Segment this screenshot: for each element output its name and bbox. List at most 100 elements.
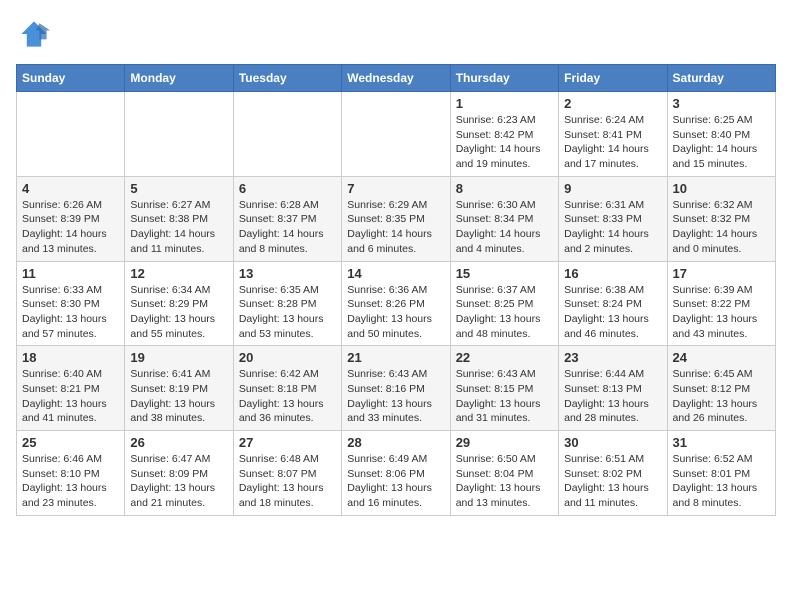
day-info: Sunrise: 6:48 AM Sunset: 8:07 PM Dayligh…	[239, 452, 336, 511]
calendar-cell: 22 Sunrise: 6:43 AM Sunset: 8:15 PM Dayli…	[450, 346, 558, 431]
day-number: 9	[564, 181, 661, 196]
day-info: Sunrise: 6:43 AM Sunset: 8:15 PM Dayligh…	[456, 367, 553, 426]
day-number: 22	[456, 350, 553, 365]
calendar-cell: 17 Sunrise: 6:39 AM Sunset: 8:22 PM Dayli…	[667, 261, 775, 346]
calendar-cell: 23 Sunrise: 6:44 AM Sunset: 8:13 PM Dayli…	[559, 346, 667, 431]
calendar-cell: 5 Sunrise: 6:27 AM Sunset: 8:38 PM Daylig…	[125, 176, 233, 261]
day-info: Sunrise: 6:32 AM Sunset: 8:32 PM Dayligh…	[673, 198, 770, 257]
calendar-week-1: 4Sunrise: 6:26 AM Sunset: 8:39 PM Daylig…	[17, 176, 776, 261]
calendar-cell: 24 Sunrise: 6:45 AM Sunset: 8:12 PM Dayli…	[667, 346, 775, 431]
day-number: 3	[673, 96, 770, 111]
day-number: 18	[22, 350, 119, 365]
day-number: 4	[22, 181, 119, 196]
calendar-cell: 4Sunrise: 6:26 AM Sunset: 8:39 PM Daylig…	[17, 176, 125, 261]
calendar-cell	[233, 92, 341, 177]
weekday-header-saturday: Saturday	[667, 65, 775, 92]
day-number: 11	[22, 266, 119, 281]
day-info: Sunrise: 6:27 AM Sunset: 8:38 PM Dayligh…	[130, 198, 227, 257]
day-info: Sunrise: 6:44 AM Sunset: 8:13 PM Dayligh…	[564, 367, 661, 426]
day-info: Sunrise: 6:52 AM Sunset: 8:01 PM Dayligh…	[673, 452, 770, 511]
day-number: 31	[673, 435, 770, 450]
page-header	[16, 16, 776, 52]
day-info: Sunrise: 6:35 AM Sunset: 8:28 PM Dayligh…	[239, 283, 336, 342]
day-info: Sunrise: 6:23 AM Sunset: 8:42 PM Dayligh…	[456, 113, 553, 172]
day-number: 6	[239, 181, 336, 196]
calendar-cell: 29 Sunrise: 6:50 AM Sunset: 8:04 PM Dayli…	[450, 431, 558, 516]
day-info: Sunrise: 6:43 AM Sunset: 8:16 PM Dayligh…	[347, 367, 444, 426]
day-info: Sunrise: 6:41 AM Sunset: 8:19 PM Dayligh…	[130, 367, 227, 426]
calendar-cell: 6 Sunrise: 6:28 AM Sunset: 8:37 PM Daylig…	[233, 176, 341, 261]
calendar-table: SundayMondayTuesdayWednesdayThursdayFrid…	[16, 64, 776, 516]
calendar-cell	[125, 92, 233, 177]
calendar-header: SundayMondayTuesdayWednesdayThursdayFrid…	[17, 65, 776, 92]
logo	[16, 16, 58, 52]
day-number: 30	[564, 435, 661, 450]
calendar-cell: 31 Sunrise: 6:52 AM Sunset: 8:01 PM Dayli…	[667, 431, 775, 516]
calendar-week-3: 18 Sunrise: 6:40 AM Sunset: 8:21 PM Dayli…	[17, 346, 776, 431]
weekday-row: SundayMondayTuesdayWednesdayThursdayFrid…	[17, 65, 776, 92]
calendar-cell: 10 Sunrise: 6:32 AM Sunset: 8:32 PM Dayli…	[667, 176, 775, 261]
calendar-cell: 19 Sunrise: 6:41 AM Sunset: 8:19 PM Dayli…	[125, 346, 233, 431]
day-info: Sunrise: 6:25 AM Sunset: 8:40 PM Dayligh…	[673, 113, 770, 172]
calendar-cell: 26Sunrise: 6:47 AM Sunset: 8:09 PM Dayli…	[125, 431, 233, 516]
day-info: Sunrise: 6:46 AM Sunset: 8:10 PM Dayligh…	[22, 452, 119, 511]
day-number: 20	[239, 350, 336, 365]
day-info: Sunrise: 6:28 AM Sunset: 8:37 PM Dayligh…	[239, 198, 336, 257]
day-number: 14	[347, 266, 444, 281]
calendar-week-0: 1 Sunrise: 6:23 AM Sunset: 8:42 PM Daylig…	[17, 92, 776, 177]
calendar-cell	[342, 92, 450, 177]
calendar-cell: 11Sunrise: 6:33 AM Sunset: 8:30 PM Dayli…	[17, 261, 125, 346]
day-info: Sunrise: 6:51 AM Sunset: 8:02 PM Dayligh…	[564, 452, 661, 511]
calendar-cell	[17, 92, 125, 177]
day-number: 24	[673, 350, 770, 365]
day-number: 5	[130, 181, 227, 196]
day-info: Sunrise: 6:39 AM Sunset: 8:22 PM Dayligh…	[673, 283, 770, 342]
day-info: Sunrise: 6:40 AM Sunset: 8:21 PM Dayligh…	[22, 367, 119, 426]
day-number: 10	[673, 181, 770, 196]
day-number: 2	[564, 96, 661, 111]
day-number: 8	[456, 181, 553, 196]
weekday-header-tuesday: Tuesday	[233, 65, 341, 92]
calendar-week-4: 25 Sunrise: 6:46 AM Sunset: 8:10 PM Dayli…	[17, 431, 776, 516]
day-number: 7	[347, 181, 444, 196]
weekday-header-friday: Friday	[559, 65, 667, 92]
calendar-cell: 13Sunrise: 6:35 AM Sunset: 8:28 PM Dayli…	[233, 261, 341, 346]
calendar-cell: 30 Sunrise: 6:51 AM Sunset: 8:02 PM Dayli…	[559, 431, 667, 516]
day-number: 27	[239, 435, 336, 450]
day-number: 12	[130, 266, 227, 281]
calendar-cell: 27 Sunrise: 6:48 AM Sunset: 8:07 PM Dayli…	[233, 431, 341, 516]
calendar-cell: 12 Sunrise: 6:34 AM Sunset: 8:29 PM Dayli…	[125, 261, 233, 346]
calendar-cell: 16 Sunrise: 6:38 AM Sunset: 8:24 PM Dayli…	[559, 261, 667, 346]
day-info: Sunrise: 6:50 AM Sunset: 8:04 PM Dayligh…	[456, 452, 553, 511]
day-number: 23	[564, 350, 661, 365]
calendar-week-2: 11Sunrise: 6:33 AM Sunset: 8:30 PM Dayli…	[17, 261, 776, 346]
day-number: 29	[456, 435, 553, 450]
calendar-cell: 3 Sunrise: 6:25 AM Sunset: 8:40 PM Daylig…	[667, 92, 775, 177]
calendar-body: 1 Sunrise: 6:23 AM Sunset: 8:42 PM Daylig…	[17, 92, 776, 516]
calendar-cell: 15 Sunrise: 6:37 AM Sunset: 8:25 PM Dayli…	[450, 261, 558, 346]
day-number: 28	[347, 435, 444, 450]
day-number: 17	[673, 266, 770, 281]
day-number: 19	[130, 350, 227, 365]
calendar-cell: 21Sunrise: 6:43 AM Sunset: 8:16 PM Dayli…	[342, 346, 450, 431]
day-info: Sunrise: 6:31 AM Sunset: 8:33 PM Dayligh…	[564, 198, 661, 257]
calendar-cell: 20 Sunrise: 6:42 AM Sunset: 8:18 PM Dayli…	[233, 346, 341, 431]
day-info: Sunrise: 6:36 AM Sunset: 8:26 PM Dayligh…	[347, 283, 444, 342]
day-info: Sunrise: 6:45 AM Sunset: 8:12 PM Dayligh…	[673, 367, 770, 426]
day-info: Sunrise: 6:37 AM Sunset: 8:25 PM Dayligh…	[456, 283, 553, 342]
calendar-cell: 8Sunrise: 6:30 AM Sunset: 8:34 PM Daylig…	[450, 176, 558, 261]
day-info: Sunrise: 6:49 AM Sunset: 8:06 PM Dayligh…	[347, 452, 444, 511]
weekday-header-wednesday: Wednesday	[342, 65, 450, 92]
day-number: 25	[22, 435, 119, 450]
day-info: Sunrise: 6:42 AM Sunset: 8:18 PM Dayligh…	[239, 367, 336, 426]
day-info: Sunrise: 6:34 AM Sunset: 8:29 PM Dayligh…	[130, 283, 227, 342]
day-info: Sunrise: 6:38 AM Sunset: 8:24 PM Dayligh…	[564, 283, 661, 342]
day-number: 15	[456, 266, 553, 281]
logo-icon	[16, 16, 52, 52]
calendar-cell: 7Sunrise: 6:29 AM Sunset: 8:35 PM Daylig…	[342, 176, 450, 261]
weekday-header-thursday: Thursday	[450, 65, 558, 92]
day-number: 1	[456, 96, 553, 111]
weekday-header-monday: Monday	[125, 65, 233, 92]
day-number: 16	[564, 266, 661, 281]
day-number: 26	[130, 435, 227, 450]
